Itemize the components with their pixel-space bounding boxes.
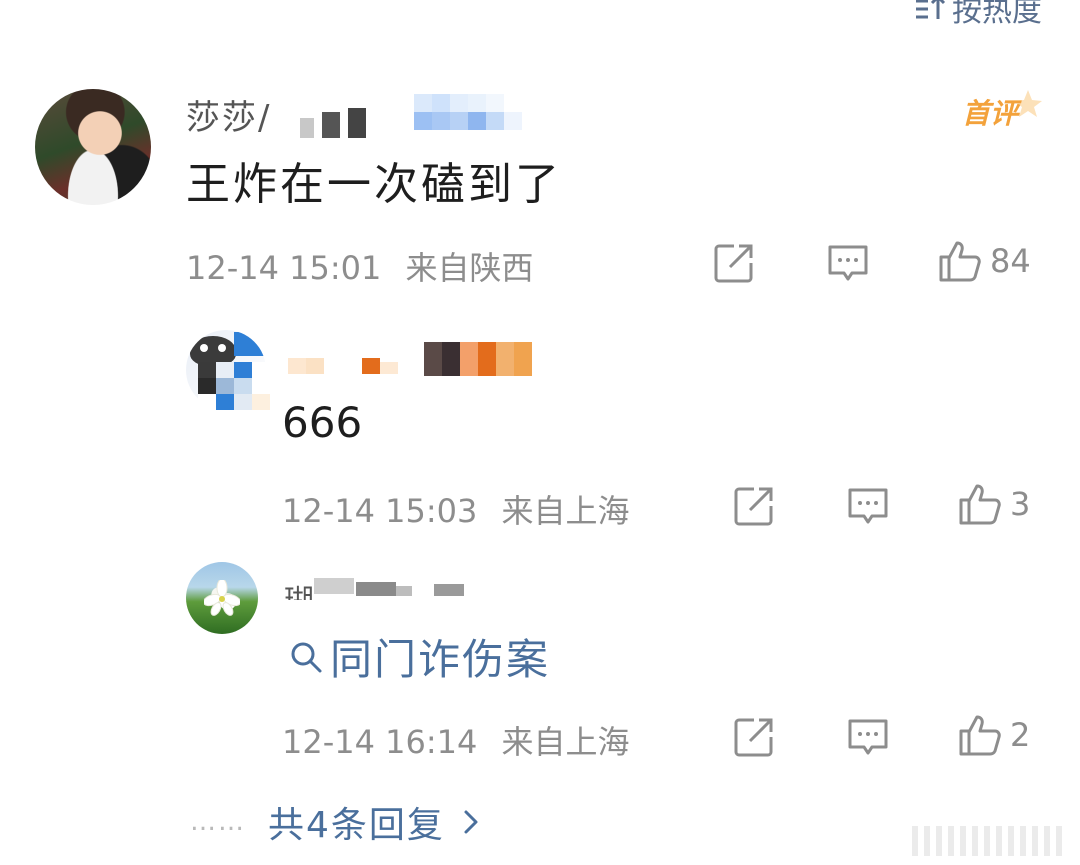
share-icon: [734, 718, 773, 757]
search-icon: [291, 642, 322, 672]
search-link[interactable]: 同门诈伤案: [288, 626, 550, 687]
comment-icon: [828, 245, 868, 281]
thumbs-up-icon: [939, 241, 981, 282]
reply-button[interactable]: [846, 715, 890, 759]
more-replies-button[interactable]: …… 共4条回复: [190, 796, 485, 848]
comment-username[interactable]: 莎莎/: [186, 90, 271, 139]
reply-time: 12-14 15:03: [282, 492, 478, 530]
more-replies-label: 共4条回复: [268, 805, 445, 846]
search-link-label: 同门诈伤案: [330, 635, 551, 684]
reply-time: 12-14 16:14: [282, 723, 478, 761]
comment-icon: [848, 488, 888, 524]
avatar-mosaic: [198, 362, 270, 410]
avatar[interactable]: [186, 562, 258, 634]
like-count: 3: [1010, 485, 1031, 523]
share-icon: [714, 244, 753, 283]
reply-username-text: 瑚: [284, 584, 314, 600]
username-blur: [288, 342, 548, 376]
like-button[interactable]: 2: [958, 713, 1030, 757]
reply-username[interactable]: 瑚: [284, 570, 474, 600]
reply-button[interactable]: [846, 484, 890, 528]
comment-location: 来自陕西: [405, 249, 534, 287]
comment-meta: 12-14 15:01 来自陕西: [186, 243, 534, 289]
chevron-right-icon: [464, 810, 478, 834]
reply-meta: 12-14 15:03 来自上海: [282, 486, 630, 532]
share-button[interactable]: [732, 715, 776, 759]
ellipsis-dots: ……: [190, 807, 246, 837]
first-comment-badge: 首评: [962, 90, 1042, 130]
reply-location: 来自上海: [501, 492, 630, 530]
comment-time: 12-14 15:01: [186, 249, 382, 287]
watermark: [912, 826, 1062, 856]
svg-text:首评: 首评: [962, 97, 1022, 130]
reply-location: 来自上海: [501, 723, 630, 761]
sort-icon: [916, 0, 946, 19]
comment-icon: [848, 719, 888, 755]
like-button[interactable]: 84: [938, 239, 1031, 283]
sort-label: 按热度: [952, 0, 1042, 29]
like-count: 2: [1010, 716, 1031, 754]
reply-button[interactable]: [826, 241, 870, 285]
avatar[interactable]: [35, 89, 151, 205]
username-blur: [300, 108, 370, 140]
like-count: 84: [990, 242, 1031, 280]
thumbs-up-icon: [959, 484, 1001, 525]
share-button[interactable]: [712, 241, 756, 285]
username-blur: [414, 94, 522, 130]
reply-meta: 12-14 16:14 来自上海: [282, 717, 630, 763]
thumbs-up-icon: [959, 715, 1001, 756]
comment-text: 王炸在一次磕到了: [186, 159, 562, 210]
like-button[interactable]: 3: [958, 482, 1030, 526]
share-icon: [734, 487, 773, 526]
reply-text: 666: [282, 398, 363, 447]
sort-toggle[interactable]: 按热度: [914, 0, 1042, 30]
share-button[interactable]: [732, 484, 776, 528]
